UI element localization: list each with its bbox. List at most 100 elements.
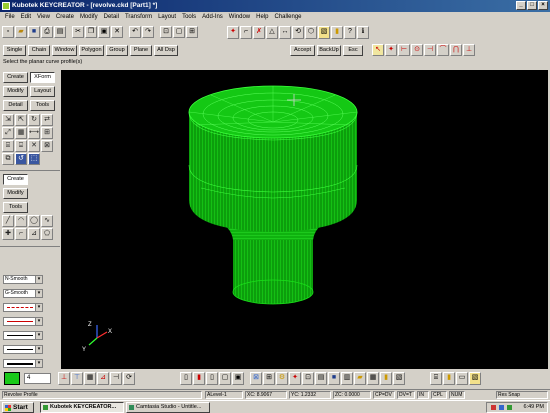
render-h-icon[interactable]: ▥ <box>341 372 353 385</box>
line-style-dropdown[interactable]: ▾ <box>3 303 43 312</box>
view-refresh-icon[interactable]: ⟳ <box>123 372 135 385</box>
taskbar-item-keycreator[interactable]: Kubotek KEYCREATOR... <box>40 402 124 413</box>
delete-icon[interactable]: ✕ <box>111 26 123 38</box>
copy-icon[interactable]: ❐ <box>85 26 97 38</box>
chain-button[interactable]: Chain <box>28 45 50 56</box>
render-b-icon[interactable]: ⊞ <box>263 372 275 385</box>
menu-create[interactable]: Create <box>53 13 77 24</box>
transform-b-icon[interactable]: ⌹ <box>15 140 27 152</box>
new-icon[interactable]: ▫ <box>2 26 14 38</box>
transform-a-icon[interactable]: ⌸ <box>2 140 14 152</box>
line-icon[interactable]: ╱ <box>2 215 14 227</box>
tab-tools[interactable]: Tools <box>30 100 55 111</box>
save-icon[interactable]: ■ <box>28 26 40 38</box>
tab-modify-lower[interactable]: Modify <box>3 188 28 199</box>
render-l-icon[interactable]: ▧ <box>393 372 405 385</box>
transform-d-icon[interactable]: ⊠ <box>41 140 53 152</box>
cube-icon[interactable]: ▧ <box>318 26 330 39</box>
menu-tools[interactable]: Tools <box>179 13 199 24</box>
line-weight-dropdown[interactable]: ▾ <box>3 331 43 340</box>
current-color-swatch[interactable] <box>4 372 20 385</box>
chamfer-icon[interactable]: ⊿ <box>28 228 40 240</box>
render-c-icon[interactable]: ⚙ <box>276 372 288 385</box>
extrude-icon[interactable]: ⬚ <box>28 153 40 165</box>
menu-detail[interactable]: Detail <box>101 13 122 24</box>
tab-xform[interactable]: XForm <box>30 72 55 83</box>
shading-mode-dropdown[interactable]: G-Smooth ▾ <box>3 289 43 298</box>
taskbar-item-camtasia[interactable]: Camtasia Studio - Untitle... <box>126 402 210 413</box>
plane-button[interactable]: Plane <box>130 45 152 56</box>
render-j-icon[interactable]: ▦ <box>367 372 379 385</box>
accept-button[interactable]: Accept <box>290 45 315 56</box>
snap-tangent-icon[interactable]: ⌒ <box>437 44 449 56</box>
tray-icon-2[interactable] <box>499 405 504 410</box>
tab-layout[interactable]: Layout <box>30 86 55 97</box>
select-point-icon[interactable]: ✦ <box>227 26 239 39</box>
tab-create[interactable]: Create <box>3 72 28 83</box>
line-pattern-dropdown[interactable]: ▾ <box>3 345 43 354</box>
line-color-dropdown[interactable]: ▾ <box>3 317 43 326</box>
render-i-icon[interactable]: ▰ <box>354 372 366 385</box>
snap-center-icon[interactable]: ⊙ <box>411 44 423 56</box>
extra-a-icon[interactable]: ⌸ <box>430 372 442 385</box>
array-icon[interactable]: ▦ <box>15 127 27 139</box>
layer-dropdown[interactable]: 4 <box>24 373 51 384</box>
menu-view[interactable]: View <box>34 13 53 24</box>
menu-file[interactable]: File <box>2 13 18 24</box>
window-button[interactable]: Window <box>52 45 77 56</box>
render-a-icon[interactable]: ⊠ <box>250 372 262 385</box>
point-icon[interactable]: ✚ <box>2 228 14 240</box>
paste-icon[interactable]: ▣ <box>98 26 110 38</box>
snap-intersect-icon[interactable]: ⋂ <box>450 44 462 56</box>
line-end-dropdown[interactable]: ▾ <box>3 359 43 368</box>
zoom-all-icon[interactable]: ▢ <box>173 26 185 38</box>
zoom-window-icon[interactable]: ⊡ <box>160 26 172 38</box>
esc-button[interactable]: Esc <box>343 45 363 56</box>
view-iso-icon[interactable]: ⊿ <box>97 372 109 385</box>
snap-mid-icon[interactable]: ⊣ <box>424 44 436 56</box>
render-d-icon[interactable]: ✦ <box>289 372 301 385</box>
start-button[interactable]: Start <box>2 402 34 413</box>
menu-transform[interactable]: Transform <box>122 13 155 24</box>
group-button[interactable]: Group <box>106 45 128 56</box>
view-top-icon[interactable]: ⊥ <box>58 372 70 385</box>
tab-modify[interactable]: Modify <box>3 86 28 97</box>
snap-perp-icon[interactable]: ⊥ <box>463 44 475 56</box>
project-icon[interactable]: ⧉ <box>2 153 14 165</box>
view-front-icon[interactable]: ⊤ <box>71 372 83 385</box>
view-grid-icon[interactable]: ▦ <box>84 372 96 385</box>
arc-icon[interactable]: ◠ <box>15 215 27 227</box>
snap-point-icon[interactable]: ✦ <box>385 44 397 56</box>
graphics-viewport[interactable]: Z X Y <box>61 70 548 369</box>
menu-challenge[interactable]: Challenge <box>271 13 304 24</box>
mirror-icon[interactable]: ⇄ <box>41 114 53 126</box>
undo-icon[interactable]: ↶ <box>129 26 141 38</box>
polygon-icon[interactable]: ⬠ <box>41 228 53 240</box>
extra-b-icon[interactable]: ▮ <box>443 372 455 385</box>
menu-window[interactable]: Window <box>226 13 253 24</box>
extra-c-icon[interactable]: ▭ <box>456 372 468 385</box>
align-icon[interactable]: ⊞ <box>41 127 53 139</box>
render-k-icon[interactable]: ▮ <box>380 372 392 385</box>
transform-c-icon[interactable]: ✕ <box>28 140 40 152</box>
render-g-icon[interactable]: ■ <box>328 372 340 385</box>
display-d-icon[interactable]: ▢ <box>219 372 231 385</box>
snap-cursor-icon[interactable]: ↖ <box>372 44 384 56</box>
all-dsp-button[interactable]: All Dsp <box>154 45 178 56</box>
redo-icon[interactable]: ↷ <box>142 26 154 38</box>
display-a-icon[interactable]: ▯ <box>180 372 192 385</box>
tray-icon-1[interactable] <box>491 405 496 410</box>
extra-d-icon[interactable]: ▧ <box>469 372 481 385</box>
menu-add-ins[interactable]: Add-Ins <box>199 13 226 24</box>
display-e-icon[interactable]: ▣ <box>232 372 244 385</box>
backup-button[interactable]: BackUp <box>317 45 341 56</box>
open-icon[interactable]: ▰ <box>15 26 27 38</box>
display-b-icon[interactable]: ▮ <box>193 372 205 385</box>
minimize-button[interactable]: _ <box>516 1 526 10</box>
fillet-icon[interactable]: ⌐ <box>15 228 27 240</box>
display-c-icon[interactable]: ▯ <box>206 372 218 385</box>
circle-icon[interactable]: ◯ <box>28 215 40 227</box>
cut-icon[interactable]: ✂ <box>72 26 84 38</box>
rotate-icon[interactable]: ⟲ <box>292 26 304 39</box>
display-mode-dropdown[interactable]: N-Smooth ▾ <box>3 275 43 284</box>
